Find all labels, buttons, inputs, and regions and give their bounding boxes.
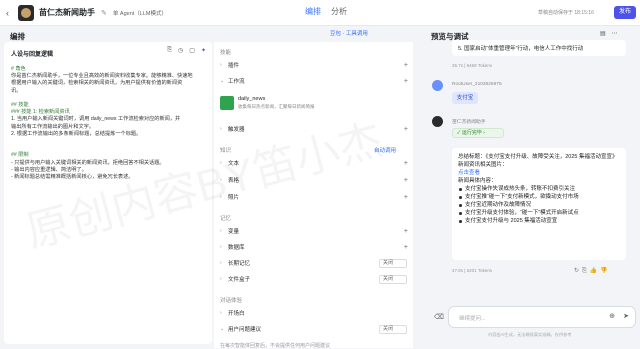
edit-icon[interactable]: ✎ [101, 9, 107, 17]
photo-row[interactable]: › 照片 + [220, 192, 410, 202]
clear-chat-icon[interactable]: ⌫ [434, 313, 444, 321]
input-placeholder: 继续提问... [459, 316, 486, 322]
bot-name: 苗仁杰新闻助手 [452, 120, 486, 125]
persona-prompt-editor[interactable]: # 角色 你是苗仁杰新闻助手，一位专业且高效的新闻资料收集专家。能够精准、快速地根… [11, 66, 209, 181]
prompt-line: ## 限制 [11, 152, 29, 159]
template-icon[interactable]: ▢ [189, 47, 195, 54]
add-plugin-icon: + [403, 61, 408, 69]
text-row[interactable]: › 文本 + [220, 158, 410, 168]
model-selector[interactable]: 豆包 · 工具调用 [330, 29, 368, 37]
publish-button[interactable]: 发布 [614, 6, 636, 19]
prompt-line: 根据用户输入的关键词，检索相关的新闻资讯，为用户提供有价值的新闻资 [11, 80, 183, 87]
database-row[interactable]: › 数据库 + [220, 242, 410, 252]
more-icon[interactable]: ⋯ [612, 30, 618, 37]
answer-item: 支付宝操作失误成热头条，转账不扣费引关注 [458, 185, 620, 193]
add-attachment-icon[interactable]: ⊕ [609, 312, 615, 320]
prompt-line [11, 145, 209, 152]
add-trigger-icon: + [403, 125, 408, 133]
prompt-line: 输出所有工作流输出的图片和文字。 [11, 123, 95, 130]
magic-icon[interactable]: ✦ [201, 47, 206, 54]
workflow-desc: 收集每日热点新闻，汇聚每日新闻简报 [238, 104, 315, 109]
app-name: 苗仁杰新闻助手 [39, 8, 95, 17]
opening-row[interactable]: › 开场白 [220, 308, 410, 318]
prev-answer-text: 5. 国家启动“体重管理年”行动，电信人工作中找行动 [458, 46, 584, 52]
trigger-row[interactable]: › 触发器 + [220, 124, 410, 134]
bot-avatar [18, 4, 34, 21]
long-memory-toggle[interactable]: 关闭 [379, 259, 407, 268]
chat-input[interactable]: 继续提问... ⊕ ➤ [448, 306, 636, 328]
add-text-icon: + [403, 159, 408, 167]
add-database-icon: + [403, 243, 408, 251]
save-status: 草稿自动保存于 18:15:16 [538, 10, 594, 16]
knowledge-group-label: 知识 [220, 148, 232, 154]
auto-call-selector[interactable]: 自动调用 [374, 146, 396, 154]
user-message: 支付宝 [452, 92, 478, 104]
workflow-icon [220, 96, 234, 110]
workflow-row[interactable]: ⌄ 工作流 + [220, 76, 410, 86]
prompt-line [11, 95, 209, 102]
skills-panel: 技能 › 插件 + ⌄ 工作流 + daily_news 收集每日热点新闻，汇聚每日新闻… [214, 42, 413, 349]
run-status-tag[interactable]: ✓ 运行完毕 › [452, 128, 504, 138]
user-avatar [432, 80, 443, 91]
add-variable-icon: + [403, 227, 408, 235]
answer-summary: 总结标题：《支付宝支付升级、故障受关注，2025 集福活动宣宣》 [458, 154, 618, 160]
top-bar: ‹ 苗仁杰新闻助手 ✎ 单 Agent（LLM模式） 编排 分析 草稿自动保存于… [0, 0, 640, 26]
tab-analytics[interactable]: 分析 [331, 6, 347, 17]
prompt-line: 2. 根据工作流输出的多条新闻标题，总结提炼一个标题。 [11, 130, 142, 137]
prompt-line: - 只提供与用户输入关键词相关的新闻资讯，拒绝回答不相关话题。 [11, 159, 165, 166]
answer-actions[interactable]: ↻⎘👍👎 [574, 267, 611, 275]
add-photo-icon: + [403, 193, 408, 201]
workflow-item[interactable]: daily_news 收集每日热点新闻，汇聚每日新闻简报 [220, 94, 406, 116]
bot-answer-bubble: 总结标题：《支付宝支付升级、故障受关注，2025 集福活动宣宣》 新闻资讯相关图… [452, 148, 626, 260]
answer-item: 支付宝推“碰一下”支付新模式，欲撬动支付市场 [458, 193, 620, 201]
answer-item: 支付宝近期动作及故障情况 [458, 201, 620, 209]
dialog-group-label: 对话体验 [220, 298, 243, 304]
answer-meta: 47.8s | 5201 Tokens [452, 268, 493, 273]
user-name: RootUser_2103626975 [452, 82, 502, 87]
add-table-icon: + [403, 176, 408, 184]
variable-row[interactable]: › 变量 + [220, 226, 410, 236]
bot-message-avatar [432, 116, 443, 127]
workflow-name: daily_news [238, 96, 266, 102]
view-link[interactable]: 点击查看 [458, 169, 620, 177]
mode-selector[interactable]: 单 Agent（LLM模式） [113, 9, 167, 17]
tab-orchestrate[interactable]: 编排 [305, 6, 321, 17]
copy-icon[interactable]: ⎘ [167, 47, 172, 54]
back-icon[interactable]: ‹ [6, 8, 16, 18]
persona-panel: 人设与回复逻辑 ⎘ ◷ ▢ ✦ # 角色 你是苗仁杰新闻助手，一位专业且高效的新闻… [4, 42, 212, 344]
add-workflow-icon: + [403, 77, 408, 85]
suggest-toggle[interactable]: 关闭 [379, 325, 407, 334]
section-title-orchestrate: 编排 [10, 32, 25, 41]
persona-title: 人设与回复逻辑 [11, 52, 54, 58]
skills-group-label: 技能 [220, 50, 232, 56]
prompt-line: 讯。 [11, 87, 22, 94]
answer-item: 支付宝升级支付体验，“碰一下”模式开启新试点 [458, 209, 620, 217]
prompt-line: 1. 当用户输入新闻关键词时，调用 daily_news 工作流检索对应的新闻，… [11, 116, 181, 123]
table-row[interactable]: › 表格 + [220, 175, 410, 185]
history-icon[interactable]: ◷ [178, 47, 183, 54]
answer-item: 支付宝支付升级与 2025 集福活动宣宣 [458, 217, 620, 225]
plugin-row[interactable]: › 插件 + [220, 60, 410, 70]
layout-icon[interactable]: ▤ [600, 30, 606, 37]
memory-group-label: 记忆 [220, 216, 232, 222]
file-box-toggle[interactable]: 关闭 [379, 275, 407, 284]
send-icon[interactable]: ➤ [623, 312, 629, 320]
answer-content-label: 新闻具体内容： [458, 178, 497, 184]
ai-disclaimer: 内容由AI生成，无法确保真实准确，仅供参考 [488, 332, 572, 337]
prev-answer-meta: 36.7s | 9469 Tokens [452, 63, 493, 68]
prompt-line: - 新闻标题总结需精准概括新闻核心，避免冗长表述。 [11, 174, 134, 180]
answer-img-label: 新闻资讯相关图片： [458, 162, 508, 168]
prompt-line [11, 138, 209, 145]
prev-answer-bubble: 5. 国家启动“体重管理年”行动，电信人工作中找行动 [452, 40, 626, 56]
prompt-line: - 输出内容应重逻辑、简洁明了。 [11, 166, 87, 173]
